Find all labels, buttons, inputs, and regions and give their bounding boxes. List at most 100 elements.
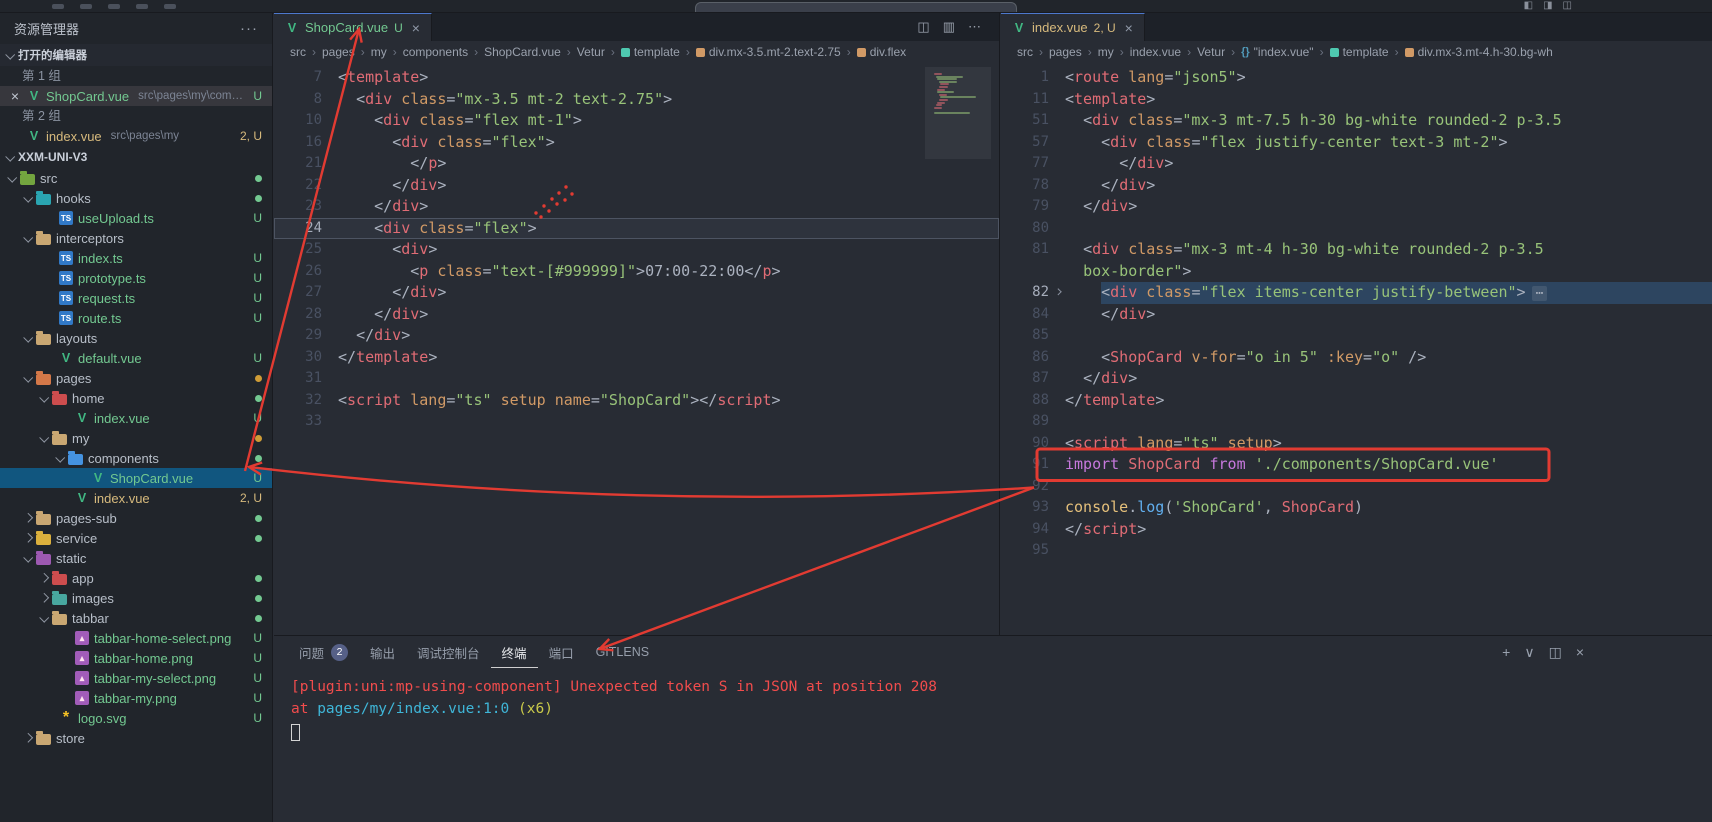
- code-line[interactable]: 21 </p>: [274, 153, 999, 175]
- breadcrumb-item[interactable]: pages: [1049, 45, 1082, 59]
- tree-item[interactable]: tabbar: [0, 608, 272, 628]
- code-line[interactable]: 31: [274, 368, 999, 390]
- breadcrumb[interactable]: src›pages›my›components›ShopCard.vue›Vet…: [274, 41, 999, 63]
- breadcrumb-item[interactable]: ShopCard.vue: [484, 45, 561, 59]
- tree-item[interactable]: components: [0, 448, 272, 468]
- tree-item[interactable]: interceptors: [0, 228, 272, 248]
- tree-item[interactable]: app: [0, 568, 272, 588]
- breadcrumb-item[interactable]: div.mx-3.mt-4.h-30.bg-wh: [1405, 45, 1553, 59]
- minimap[interactable]: [929, 67, 975, 299]
- open-editor-item[interactable]: ×VShopCard.vuesrc\pages\my\comp...U: [0, 86, 272, 106]
- code-line[interactable]: 84 </div>: [1001, 304, 1712, 326]
- breadcrumb-item[interactable]: template: [621, 45, 680, 59]
- close-icon[interactable]: ×: [1125, 20, 1133, 36]
- code-line[interactable]: 28 </div>: [274, 304, 999, 326]
- code-line[interactable]: 90<script lang="ts" setup>: [1001, 433, 1712, 455]
- tree-item[interactable]: Vindex.vue2, U: [0, 488, 272, 508]
- code-line[interactable]: 57 <div class="flex justify-center text-…: [1001, 132, 1712, 154]
- tree-item[interactable]: layouts: [0, 328, 272, 348]
- tree-item[interactable]: VShopCard.vueU: [0, 468, 272, 488]
- command-center-search[interactable]: [695, 2, 1017, 13]
- breadcrumb-item[interactable]: div.mx-3.5.mt-2.text-2.75: [696, 45, 841, 59]
- code-line[interactable]: 8 <div class="mx-3.5 mt-2 text-2.75">: [274, 89, 999, 111]
- toggle-layout-icon[interactable]: ▥: [943, 19, 955, 35]
- code-line[interactable]: 25 <div>: [274, 239, 999, 261]
- close-icon[interactable]: ×: [1576, 644, 1584, 660]
- tree-item[interactable]: home: [0, 388, 272, 408]
- more-actions-icon[interactable]: ⋯: [968, 19, 981, 35]
- code-line[interactable]: 24 <div class="flex">: [274, 218, 999, 240]
- tree-item[interactable]: TSprototype.tsU: [0, 268, 272, 288]
- breadcrumb-item[interactable]: Vetur: [577, 45, 605, 59]
- tree-item[interactable]: pages: [0, 368, 272, 388]
- breadcrumb-item[interactable]: pages: [322, 45, 355, 59]
- panel-tab-terminal[interactable]: 终端: [491, 636, 538, 668]
- tab-index[interactable]: Vindex.vue2, U×: [1001, 13, 1145, 41]
- code-line[interactable]: 92: [1001, 476, 1712, 498]
- code-line[interactable]: 32<script lang="ts" setup name="ShopCard…: [274, 390, 999, 412]
- code-line[interactable]: 95: [1001, 540, 1712, 562]
- code-line[interactable]: 33: [274, 411, 999, 433]
- split-editor-icon[interactable]: ◫: [917, 19, 929, 35]
- tree-item[interactable]: Vdefault.vueU: [0, 348, 272, 368]
- editor-actions[interactable]: ◫ ▥ ⋯: [917, 13, 999, 41]
- code-line[interactable]: 23 </div>: [274, 196, 999, 218]
- code-line[interactable]: 88</template>: [1001, 390, 1712, 412]
- breadcrumb-item[interactable]: div.flex: [857, 45, 906, 59]
- tree-item[interactable]: images: [0, 588, 272, 608]
- code-area[interactable]: 7<template>8 <div class="mx-3.5 mt-2 tex…: [274, 63, 999, 635]
- tree-item[interactable]: pages-sub: [0, 508, 272, 528]
- tab-shopcard[interactable]: VShopCard.vueU×: [274, 13, 432, 41]
- menu-icon[interactable]: [164, 4, 176, 9]
- project-header[interactable]: XXM-UNI-V3: [0, 146, 272, 168]
- menu-icon[interactable]: [136, 4, 148, 9]
- code-line[interactable]: 78 </div>: [1001, 175, 1712, 197]
- split-panel-icon[interactable]: ◫: [1549, 644, 1562, 661]
- code-line[interactable]: 51 <div class="mx-3 mt-7.5 h-30 bg-white…: [1001, 110, 1712, 132]
- layout-panel-icon[interactable]: ◨: [1543, 0, 1552, 11]
- breadcrumb-item[interactable]: index.vue: [1130, 45, 1181, 59]
- tree-item[interactable]: Vindex.vueU: [0, 408, 272, 428]
- tree-item[interactable]: ▴tabbar-home-select.pngU: [0, 628, 272, 648]
- code-line[interactable]: 80: [1001, 218, 1712, 240]
- tree-item[interactable]: TSindex.tsU: [0, 248, 272, 268]
- tree-item[interactable]: ▴tabbar-my.pngU: [0, 688, 272, 708]
- breadcrumb-item[interactable]: src: [290, 45, 306, 59]
- code-line[interactable]: 89: [1001, 411, 1712, 433]
- code-line[interactable]: 7<template>: [274, 67, 999, 89]
- code-line[interactable]: 29 </div>: [274, 325, 999, 347]
- code-line[interactable]: 82 <div class="flex items-center justify…: [1001, 282, 1712, 304]
- chevron-down-icon[interactable]: ∨: [1524, 644, 1534, 661]
- breadcrumb-item[interactable]: Vetur: [1197, 45, 1225, 59]
- tree-item[interactable]: TSuseUpload.tsU: [0, 208, 272, 228]
- code-line[interactable]: 87 </div>: [1001, 368, 1712, 390]
- tree-item[interactable]: store: [0, 728, 272, 748]
- code-line[interactable]: 1<route lang="json5">: [1001, 67, 1712, 89]
- close-icon[interactable]: ×: [412, 20, 420, 36]
- tree-item[interactable]: static: [0, 548, 272, 568]
- breadcrumb[interactable]: src›pages›my›index.vue›Vetur›{}"index.vu…: [1001, 41, 1712, 63]
- tree-item[interactable]: TSroute.tsU: [0, 308, 272, 328]
- code-line[interactable]: 10 <div class="flex mt-1">: [274, 110, 999, 132]
- panel-tab-ports[interactable]: 端口: [538, 636, 585, 668]
- titlebar-layout-icons[interactable]: ◧◨◫: [1524, 0, 1572, 11]
- panel-tab-problems[interactable]: 问题2: [288, 636, 359, 668]
- breadcrumb-item[interactable]: my: [1098, 45, 1114, 59]
- terminal-output[interactable]: [plugin:uni:mp-using-component] Unexpect…: [274, 668, 1712, 741]
- code-line[interactable]: 26 <p class="text-[#999999]">07:00-22:00…: [274, 261, 999, 283]
- breadcrumb-item[interactable]: src: [1017, 45, 1033, 59]
- close-icon[interactable]: ×: [8, 88, 22, 104]
- tree-item[interactable]: ▴tabbar-my-select.pngU: [0, 668, 272, 688]
- code-line[interactable]: 27 </div>: [274, 282, 999, 304]
- titlebar-menu[interactable]: [52, 4, 176, 9]
- code-line[interactable]: 86 <ShopCard v-for="o in 5" :key="o" />: [1001, 347, 1712, 369]
- code-area[interactable]: 1<route lang="json5">11<template>51 <div…: [1001, 63, 1712, 635]
- breadcrumb-item[interactable]: template: [1330, 45, 1389, 59]
- code-line[interactable]: 22 </div>: [274, 175, 999, 197]
- code-line[interactable]: box-border">: [1001, 261, 1712, 283]
- code-line[interactable]: 16 <div class="flex">: [274, 132, 999, 154]
- breadcrumb-item[interactable]: my: [371, 45, 387, 59]
- fold-chevron-icon[interactable]: [1054, 289, 1061, 296]
- code-line[interactable]: 79 </div>: [1001, 196, 1712, 218]
- more-actions-icon[interactable]: ···: [240, 20, 258, 37]
